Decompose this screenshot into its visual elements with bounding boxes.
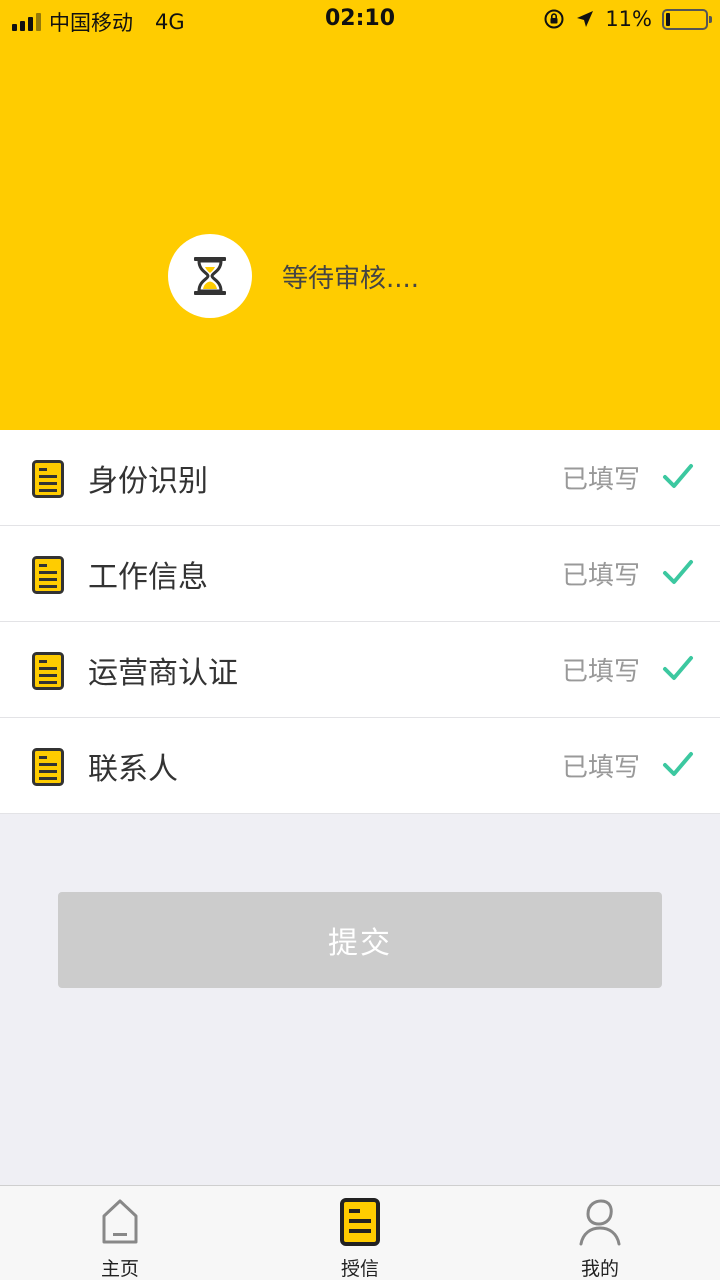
document-icon	[32, 460, 64, 498]
list-item-identity[interactable]: 身份识别 已填写	[0, 430, 720, 526]
tab-credit[interactable]: 授信	[240, 1186, 480, 1280]
list-item-label: 联系人	[88, 751, 178, 787]
document-icon	[32, 652, 64, 690]
list-item-label: 运营商认证	[88, 655, 238, 691]
credit-document-icon	[340, 1198, 380, 1246]
checkmark-icon	[663, 560, 693, 584]
tab-label: 我的	[580, 1258, 619, 1280]
list-item-work-info[interactable]: 工作信息 已填写	[0, 526, 720, 622]
checkmark-icon	[663, 464, 693, 488]
checkmark-icon	[663, 752, 693, 776]
list-item-label: 工作信息	[88, 559, 208, 595]
hourglass-icon	[168, 234, 252, 318]
review-status: 等待审核....	[168, 234, 419, 318]
battery-icon	[662, 8, 712, 30]
list-item-status: 已填写	[561, 561, 640, 591]
rotation-lock-icon	[544, 9, 564, 29]
list-item-label: 身份识别	[88, 463, 208, 499]
review-status-text: 等待审核....	[282, 263, 420, 294]
list-item-status: 已填写	[561, 465, 640, 495]
profile-icon	[579, 1199, 621, 1246]
checkmark-icon	[663, 656, 693, 680]
document-icon	[32, 748, 64, 786]
status-bar: 中国移动 4G 02:10 11%	[0, 0, 720, 40]
location-icon	[577, 11, 594, 27]
battery-percent: 11%	[605, 7, 652, 31]
form-section-list: 身份识别 已填写 工作信息 已填写 运营商认证 已填写 联系人 已填写	[0, 430, 720, 814]
list-item-carrier-verification[interactable]: 运营商认证 已填写	[0, 622, 720, 718]
tab-label: 主页	[100, 1258, 139, 1280]
list-item-contacts[interactable]: 联系人 已填写	[0, 718, 720, 814]
home-icon	[102, 1199, 138, 1244]
tab-bar: 主页 授信 我的	[0, 1185, 720, 1280]
tab-home[interactable]: 主页	[0, 1186, 240, 1280]
list-item-status: 已填写	[561, 753, 640, 783]
document-icon	[32, 556, 64, 594]
tab-label: 授信	[340, 1258, 379, 1280]
list-item-status: 已填写	[561, 657, 640, 687]
status-header: 中国移动 4G 02:10 11% 等待审核....	[0, 0, 720, 430]
tab-profile[interactable]: 我的	[480, 1186, 720, 1280]
submit-button[interactable]: 提交	[58, 892, 662, 988]
